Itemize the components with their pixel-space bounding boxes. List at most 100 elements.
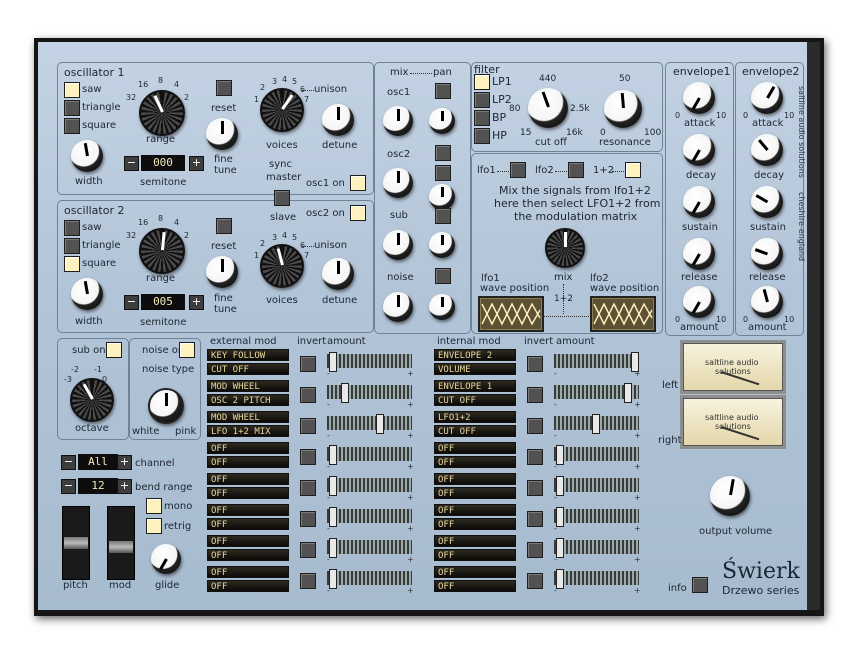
- external-mod-invert-toggle[interactable]: [300, 387, 316, 403]
- external-mod-source[interactable]: OFF: [207, 473, 289, 485]
- internal-mod-amount-slider[interactable]: [554, 414, 639, 434]
- lfo1-wave-position-display[interactable]: [478, 296, 544, 332]
- internal-mod-source[interactable]: OFF: [434, 535, 516, 547]
- internal-mod-destination[interactable]: OFF: [434, 456, 516, 468]
- osc2-pan-toggle[interactable]: [435, 165, 451, 181]
- channel-minus-button[interactable]: −: [61, 455, 76, 470]
- osc2-pan-reset-button[interactable]: [435, 145, 451, 161]
- pitch-wheel[interactable]: [62, 506, 90, 580]
- external-mod-source[interactable]: KEY FOLLOW: [207, 349, 289, 361]
- internal-mod-invert-toggle[interactable]: [527, 356, 543, 372]
- retrig-toggle[interactable]: [146, 518, 162, 534]
- internal-mod-amount-slider[interactable]: [554, 476, 639, 496]
- output-volume-knob[interactable]: [710, 476, 750, 516]
- sub-on-toggle[interactable]: [106, 342, 122, 358]
- internal-mod-source[interactable]: OFF: [434, 566, 516, 578]
- internal-mod-destination[interactable]: VOLUME: [434, 363, 516, 375]
- osc2-semitone-plus-button[interactable]: +: [189, 295, 204, 310]
- bend-range-plus-button[interactable]: +: [117, 479, 132, 494]
- external-mod-source[interactable]: OFF: [207, 535, 289, 547]
- internal-mod-source[interactable]: OFF: [434, 473, 516, 485]
- env2-sustain-knob[interactable]: [751, 186, 783, 218]
- external-mod-amount-slider[interactable]: [327, 383, 412, 403]
- internal-mod-invert-toggle[interactable]: [527, 511, 543, 527]
- env1-amount-knob[interactable]: [683, 286, 715, 318]
- osc1-voices-knob[interactable]: [260, 88, 304, 132]
- internal-mod-amount-slider[interactable]: [554, 445, 639, 465]
- internal-mod-amount-slider[interactable]: [554, 569, 639, 589]
- osc2-width-knob[interactable]: [71, 278, 103, 310]
- internal-mod-amount-slider[interactable]: [554, 507, 639, 527]
- internal-mod-destination[interactable]: OFF: [434, 518, 516, 530]
- osc2-mix-knob[interactable]: [383, 168, 413, 198]
- external-mod-source[interactable]: OFF: [207, 442, 289, 454]
- env2-amount-knob[interactable]: [751, 286, 783, 318]
- external-mod-amount-slider[interactable]: [327, 538, 412, 558]
- glide-knob[interactable]: [151, 544, 181, 574]
- osc2-range-knob[interactable]: [139, 228, 185, 274]
- lfo2-select-button[interactable]: [568, 162, 584, 178]
- internal-mod-invert-toggle[interactable]: [527, 480, 543, 496]
- info-button[interactable]: [692, 577, 708, 593]
- external-mod-amount-slider[interactable]: [327, 352, 412, 372]
- filter-lp2-toggle[interactable]: [474, 92, 490, 108]
- osc1-width-knob[interactable]: [71, 140, 103, 172]
- internal-mod-invert-toggle[interactable]: [527, 573, 543, 589]
- osc2-fine-tune-knob[interactable]: [206, 256, 238, 288]
- external-mod-destination[interactable]: OFF: [207, 456, 289, 468]
- osc2-saw-toggle[interactable]: [64, 220, 80, 236]
- sub-mix-knob[interactable]: [383, 230, 413, 260]
- external-mod-amount-slider[interactable]: [327, 414, 412, 434]
- osc1-fine-tune-knob[interactable]: [206, 118, 238, 150]
- sub-pan-reset-button[interactable]: [435, 208, 451, 224]
- lfo1-select-button[interactable]: [510, 162, 526, 178]
- channel-plus-button[interactable]: +: [117, 455, 132, 470]
- osc1-pan-reset-button[interactable]: [435, 83, 451, 99]
- external-mod-invert-toggle[interactable]: [300, 480, 316, 496]
- internal-mod-source[interactable]: OFF: [434, 442, 516, 454]
- noise-on-toggle[interactable]: [179, 342, 195, 358]
- external-mod-destination[interactable]: CUT OFF: [207, 363, 289, 375]
- osc1-pan-knob[interactable]: [429, 108, 455, 134]
- osc1-mix-knob[interactable]: [383, 106, 413, 136]
- external-mod-source[interactable]: OFF: [207, 504, 289, 516]
- internal-mod-source[interactable]: ENVELOPE 2: [434, 349, 516, 361]
- external-mod-invert-toggle[interactable]: [300, 418, 316, 434]
- external-mod-destination[interactable]: OSC 2 PITCH: [207, 394, 289, 406]
- slider-handle[interactable]: [375, 414, 384, 434]
- lfo2-wave-position-display[interactable]: [590, 296, 656, 332]
- filter-bp-toggle[interactable]: [474, 110, 490, 126]
- osc1-detune-knob[interactable]: [322, 104, 354, 136]
- osc2-square-toggle[interactable]: [64, 256, 80, 272]
- env1-attack-knob[interactable]: [683, 82, 715, 114]
- external-mod-destination[interactable]: OFF: [207, 518, 289, 530]
- internal-mod-source[interactable]: OFF: [434, 504, 516, 516]
- internal-mod-destination[interactable]: OFF: [434, 580, 516, 592]
- external-mod-source[interactable]: MOD WHEEL: [207, 380, 289, 392]
- osc2-semitone-minus-button[interactable]: −: [124, 295, 139, 310]
- osc2-detune-knob[interactable]: [322, 258, 354, 290]
- osc1-triangle-toggle[interactable]: [64, 100, 80, 116]
- mod-wheel[interactable]: [107, 506, 135, 580]
- external-mod-destination[interactable]: OFF: [207, 549, 289, 561]
- internal-mod-invert-toggle[interactable]: [527, 418, 543, 434]
- osc2-triangle-toggle[interactable]: [64, 238, 80, 254]
- external-mod-amount-slider[interactable]: [327, 569, 412, 589]
- filter-resonance-knob[interactable]: [604, 90, 642, 128]
- external-mod-invert-toggle[interactable]: [300, 511, 316, 527]
- osc1-reset-button[interactable]: [216, 80, 232, 96]
- slider-handle[interactable]: [623, 383, 632, 403]
- env1-release-knob[interactable]: [683, 238, 715, 270]
- internal-mod-destination[interactable]: OFF: [434, 549, 516, 561]
- internal-mod-amount-slider[interactable]: [554, 352, 640, 372]
- filter-lp1-toggle[interactable]: [474, 74, 490, 90]
- internal-mod-source[interactable]: ENVELOPE 1: [434, 380, 516, 392]
- osc1-on-toggle[interactable]: [350, 175, 366, 191]
- external-mod-invert-toggle[interactable]: [300, 573, 316, 589]
- noise-pan-knob[interactable]: [429, 294, 455, 320]
- internal-mod-invert-toggle[interactable]: [527, 449, 543, 465]
- osc1-semitone-plus-button[interactable]: +: [189, 156, 204, 171]
- external-mod-invert-toggle[interactable]: [300, 542, 316, 558]
- noise-mix-knob[interactable]: [383, 292, 413, 322]
- external-mod-invert-toggle[interactable]: [300, 449, 316, 465]
